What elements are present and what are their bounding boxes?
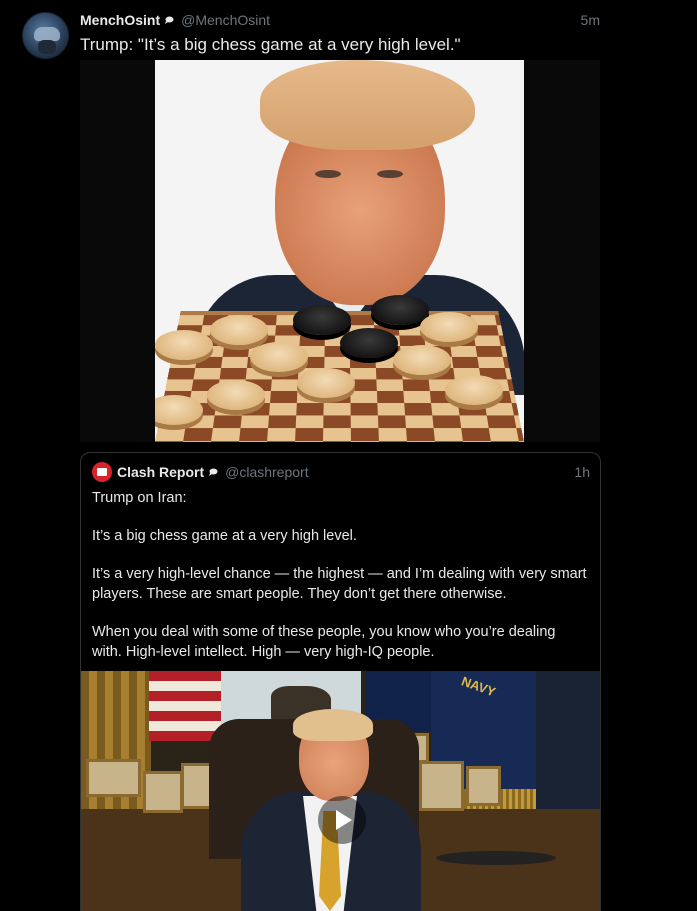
avatar[interactable]	[22, 12, 69, 59]
quote-paragraph: It’s a big chess game at a very high lev…	[92, 528, 357, 544]
checker-piece-light	[250, 342, 308, 372]
speech-bubble-icon	[209, 468, 218, 476]
quote-video[interactable]: NAVY	[81, 671, 600, 911]
post-text: Trump: "It’s a big chess game at a very …	[80, 35, 461, 54]
author-name[interactable]: MenchOsint	[80, 12, 160, 28]
hair-shape	[260, 60, 475, 150]
checker-piece-dark	[371, 295, 429, 325]
speech-bubble-icon	[165, 16, 174, 24]
checker-piece-light	[207, 380, 265, 410]
quote-paragraph: When you deal with some of these people,…	[92, 624, 556, 660]
checker-piece-light	[445, 375, 503, 405]
quote-header: Clash Report @clashreport	[117, 463, 309, 481]
checkers-board-image	[155, 60, 524, 442]
author-handle[interactable]: @MenchOsint	[181, 12, 270, 28]
post-timestamp[interactable]: 5m	[581, 12, 600, 28]
quote-text: Trump on Iran: It’s a big chess game at …	[92, 488, 587, 680]
oxygen-mask	[38, 40, 56, 54]
checker-piece-light	[420, 312, 478, 342]
photo-frame	[419, 761, 464, 811]
clash-report-logo-icon[interactable]	[92, 462, 112, 482]
quote-paragraph: Trump on Iran:	[92, 490, 187, 506]
helmet-visor	[34, 27, 60, 41]
quoted-post[interactable]: Clash Report @clashreport 1h Trump on Ir…	[80, 452, 601, 911]
play-button[interactable]	[318, 796, 366, 844]
checker-piece-dark	[340, 328, 398, 358]
checker-piece-light	[210, 315, 268, 345]
checker-piece-light	[155, 330, 213, 360]
play-icon	[336, 810, 352, 830]
quote-author-name[interactable]: Clash Report	[117, 464, 204, 480]
post-header: MenchOsint @MenchOsint	[80, 11, 270, 29]
checker-piece-light	[297, 368, 355, 398]
checker-piece-dark	[293, 305, 351, 335]
quote-paragraph: It’s a very high-level chance — the high…	[92, 566, 587, 602]
desk-object	[436, 851, 556, 865]
eye-right	[377, 170, 403, 178]
quote-timestamp[interactable]: 1h	[574, 464, 590, 480]
photo-frame	[466, 766, 501, 806]
checker-piece-light	[393, 345, 451, 375]
quote-author-handle[interactable]: @clashreport	[225, 464, 308, 480]
post-image[interactable]	[80, 60, 600, 442]
speaker-hair	[293, 709, 373, 741]
photo-frame	[143, 771, 183, 813]
logo-mark	[97, 468, 107, 476]
eye-left	[315, 170, 341, 178]
photo-frame	[86, 759, 141, 797]
post-card[interactable]: MenchOsint @MenchOsint 5m Trump: "It’s a…	[0, 0, 697, 911]
